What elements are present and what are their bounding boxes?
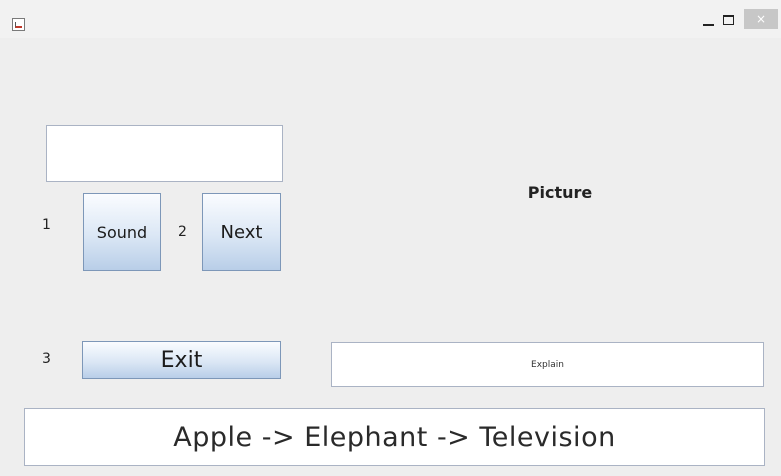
exit-button[interactable]: Exit [82, 341, 281, 379]
next-button[interactable]: Next [202, 193, 281, 271]
java-app-icon [12, 18, 25, 31]
sound-button[interactable]: Sound [83, 193, 161, 271]
word-input-field[interactable] [46, 125, 283, 182]
explain-field: Explain [331, 342, 764, 387]
maximize-button[interactable] [720, 10, 736, 30]
step-label-2: 2 [178, 224, 187, 240]
step-label-1: 1 [42, 217, 51, 233]
word-chain-output: Apple -> Elephant -> Television [24, 408, 765, 466]
title-bar: × [0, 0, 781, 38]
picture-label: Picture [527, 183, 593, 202]
minimize-button[interactable] [700, 10, 716, 30]
app-window: × 1 Sound 2 Next 3 Exit Picture Explain … [0, 0, 781, 476]
step-label-3: 3 [42, 351, 51, 367]
close-button[interactable]: × [744, 9, 778, 29]
